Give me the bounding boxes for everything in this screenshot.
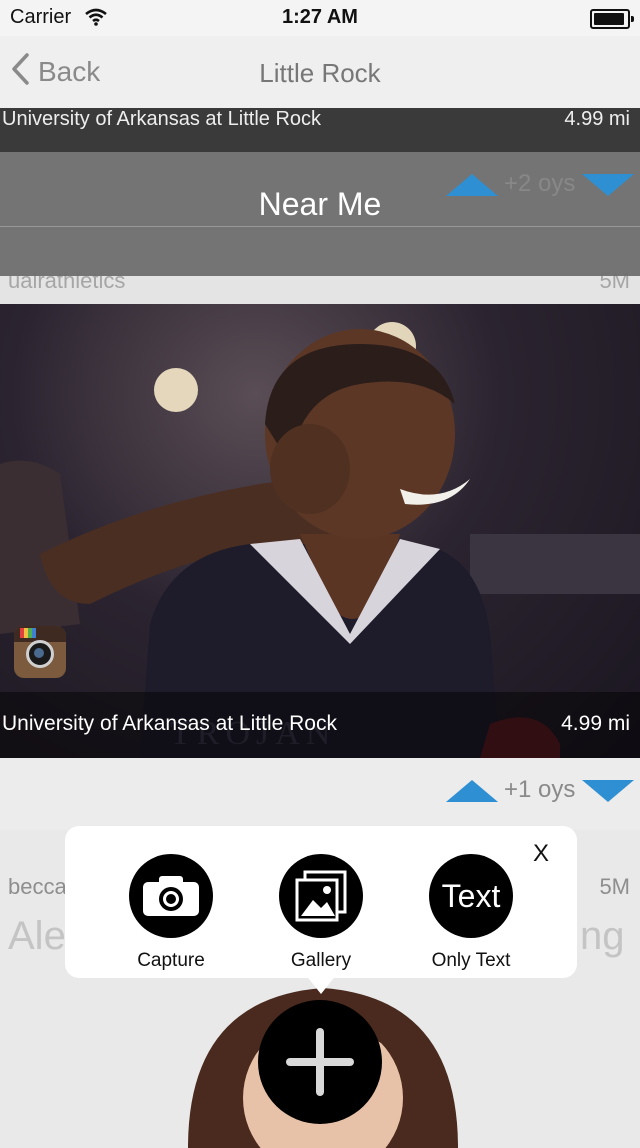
plus-icon-vertical [316,1028,324,1096]
instagram-icon [14,626,66,678]
camera-icon [129,854,213,938]
add-post-button[interactable] [258,1000,382,1124]
navigation-bar: Back Little Rock [0,36,640,108]
post-username[interactable]: becca [8,874,67,900]
vote-count: +2 oys [504,170,576,197]
upvote-icon[interactable] [446,174,498,196]
upvote-icon[interactable] [446,780,498,802]
gallery-icon [279,854,363,938]
post-distance: 4.99 mi [561,712,630,735]
popup-pointer [305,974,337,994]
post-text-end: ng [580,914,625,958]
capture-label: Capture [137,950,205,971]
only-text-option[interactable]: Text Only Text [401,854,541,972]
vote-bar: +1 oys [0,758,640,831]
post-location: University of Arkansas at Little Rock [2,712,337,735]
gallery-label: Gallery [290,950,352,971]
downvote-icon[interactable] [582,174,634,196]
post-age: 5M [599,874,630,899]
gallery-option[interactable]: Gallery [251,854,391,972]
capture-option[interactable]: Capture [101,854,241,972]
post-card-previous[interactable]: University of Arkansas at Little Rock 4.… [0,108,640,152]
only-text-label: Only Text [431,950,511,971]
post-text-start: Ale [8,914,66,958]
post-distance: 4.99 mi [564,108,630,130]
post-options-popup: X Capture Gallery Text Only Text [65,826,577,994]
text-icon: Text [429,854,513,938]
near-me-filter[interactable]: Near Me +2 oys [0,152,640,276]
clock: 1:27 AM [282,6,358,28]
divider [0,226,640,227]
photo-illustration: TROJAN [0,322,640,758]
battery-icon [590,9,634,29]
text-icon-label: Text [441,877,501,914]
status-bar: Carrier 1:27 AM [0,0,640,36]
page-title: Little Rock [259,58,381,88]
post-photo[interactable]: TROJAN University of Arkansas at Little … [0,304,640,758]
downvote-icon[interactable] [582,780,634,802]
post-location: University of Arkansas at Little Rock [2,108,322,130]
vote-count: +1 oys [504,776,576,803]
